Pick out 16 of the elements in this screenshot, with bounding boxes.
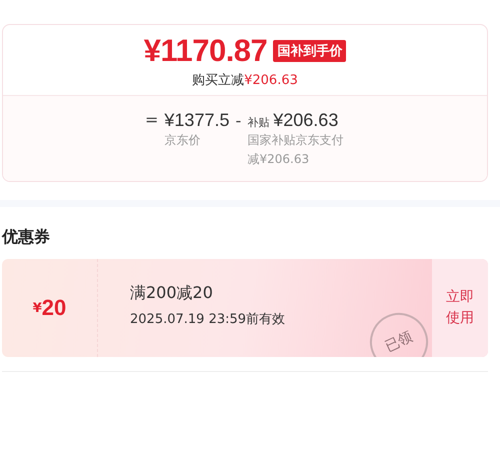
currency-symbol: ¥ bbox=[32, 300, 42, 316]
coupon-amount: 20 bbox=[42, 295, 66, 321]
base-price-label: 京东价 bbox=[164, 132, 202, 149]
coupon-validity: 2025.07.19 23:59前有效 bbox=[130, 311, 286, 328]
subsidy-price: ¥206.63 bbox=[273, 110, 338, 131]
minus-sign: - bbox=[235, 111, 242, 130]
subsidy-badge: 国补到手价 bbox=[273, 40, 346, 62]
base-price: ¥1377.5 bbox=[164, 110, 230, 131]
coupon-condition: 满200减20 bbox=[130, 283, 214, 304]
subsidy-tag: 补贴 bbox=[247, 115, 270, 130]
instant-discount: 购买立减¥206.63 bbox=[192, 72, 298, 89]
subsidy-label: 国家补贴京东支付减¥206.63 bbox=[247, 132, 344, 168]
section-title: 优惠券 bbox=[2, 227, 51, 248]
equals-sign: = bbox=[145, 110, 158, 131]
final-price: ¥1170.87 bbox=[144, 33, 268, 69]
use-now-button[interactable]: 立即使用 bbox=[432, 259, 488, 357]
